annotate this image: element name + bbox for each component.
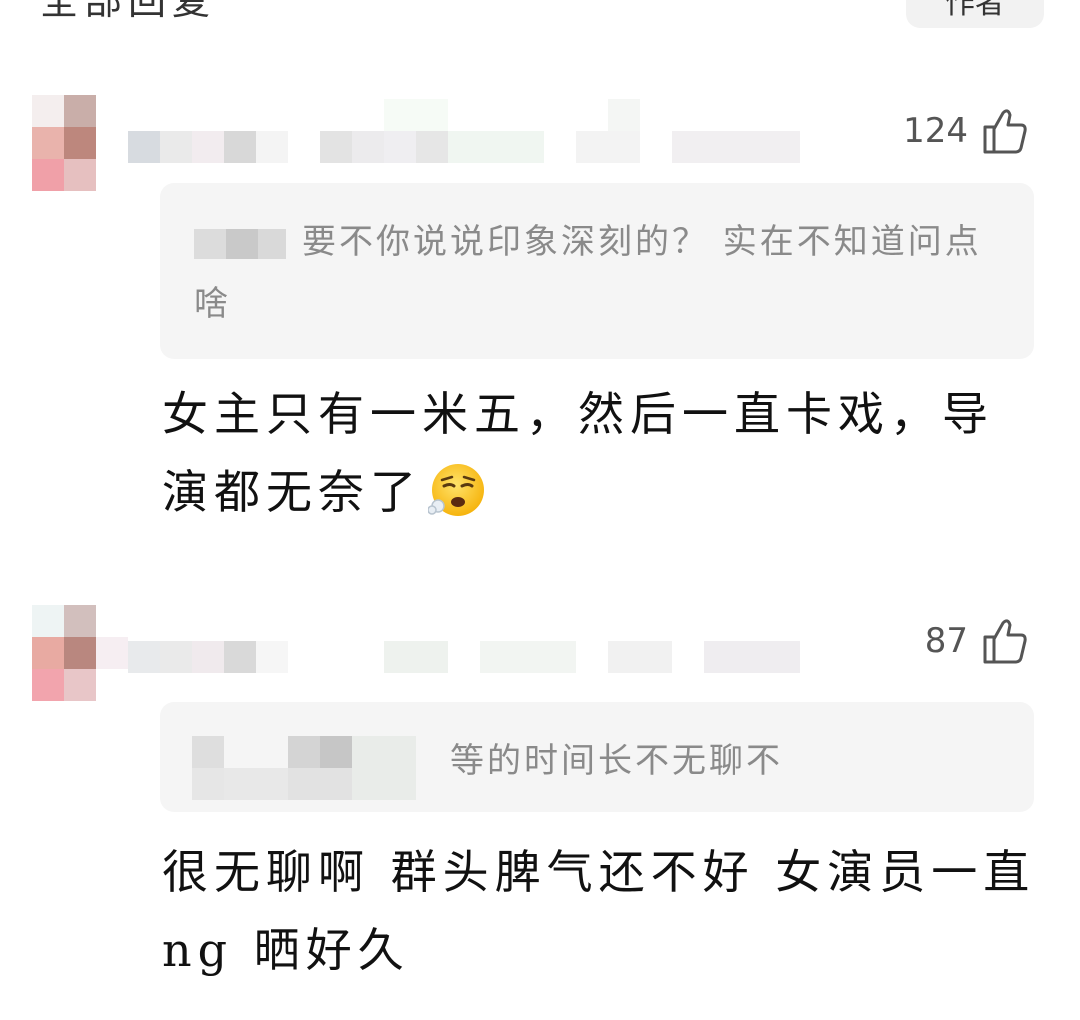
- thumbs-up-icon: [982, 617, 1028, 665]
- thumbs-up-icon: [982, 107, 1028, 155]
- avatar[interactable]: [32, 605, 128, 733]
- like-count: 124: [903, 111, 968, 151]
- comment-text: 很无聊啊 群头脾气还不好 女演员一直ng 晒好久: [162, 833, 1042, 989]
- comment-text: 女主只有一米五，然后一直卡戏，导演都无奈了: [162, 375, 1042, 531]
- section-title: 全部回复: [40, 0, 217, 23]
- quoted-username: [192, 736, 418, 800]
- quoted-text: 要不你说说印象深刻的？ 实在不知道问点啥: [194, 222, 982, 324]
- comment-item: 124 要不你说说印象深刻的？ 实在不知道问点啥 女主只有一米五，然后一直卡戏，…: [0, 95, 1080, 555]
- author-filter-label: 作者: [945, 0, 1005, 21]
- like-count: 87: [924, 621, 968, 661]
- quoted-reply[interactable]: 要不你说说印象深刻的？ 实在不知道问点啥: [160, 183, 1034, 359]
- like-button[interactable]: 124: [903, 107, 1028, 155]
- face-exhaling-icon: [428, 464, 484, 516]
- like-button[interactable]: 87: [925, 617, 1028, 665]
- quoted-username: [194, 229, 286, 259]
- avatar[interactable]: [32, 95, 128, 223]
- author-filter-button[interactable]: 作者: [906, 0, 1044, 28]
- quoted-reply[interactable]: 等的时间长不无聊不: [160, 702, 1034, 812]
- comment-item: 87 等的时间长不无聊不 很无聊啊 群头脾气还不好 女演员一直ng 晒好久: [0, 605, 1080, 1020]
- comment-body: 女主只有一米五，然后一直卡戏，导演都无奈了: [162, 387, 994, 519]
- username[interactable]: [128, 97, 828, 187]
- username[interactable]: [128, 607, 828, 697]
- comment-body: 很无聊啊 群头脾气还不好 女演员一直ng 晒好久: [162, 845, 1036, 977]
- quoted-text: 等的时间长不无聊不: [450, 741, 783, 781]
